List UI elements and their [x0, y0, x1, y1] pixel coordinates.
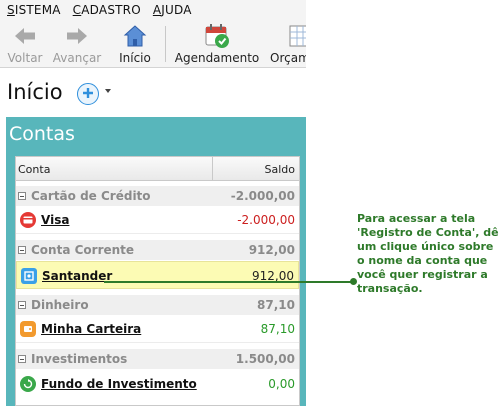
column-header-balance[interactable]: Saldo [265, 163, 296, 176]
group-row-credit-card[interactable]: Cartão de Crédito -2.000,00 [16, 186, 299, 206]
wallet-icon [20, 321, 36, 337]
group-row-checking[interactable]: Conta Corrente 912,00 [16, 240, 299, 260]
callout-dot [350, 278, 357, 285]
home-icon [122, 23, 148, 49]
group-total: 1.500,00 [235, 352, 295, 366]
account-row-investment-fund[interactable]: Fundo de Investimento 0,00 [16, 370, 299, 398]
schedule-label: Agendamento [174, 51, 260, 65]
menu-bar: SISTEMA CADASTRO AJUDA [0, 0, 306, 20]
credit-card-icon [20, 212, 36, 228]
toolbar: Voltar Avançar Início Agendamento Orçam [0, 20, 306, 68]
menu-cadastro[interactable]: CADASTRO [73, 3, 141, 17]
account-name-link[interactable]: Visa [41, 213, 69, 227]
table-header: Conta Saldo [16, 157, 299, 181]
menu-ajuda-accel: A [152, 3, 162, 17]
account-name-link[interactable]: Minha Carteira [41, 322, 141, 336]
menu-sistema-accel: S [7, 3, 15, 17]
back-label: Voltar [7, 51, 43, 65]
callout-text: Para acessar a tela 'Registro de Conta',… [357, 212, 499, 295]
forward-label: Avançar [52, 51, 102, 65]
collapse-icon[interactable] [18, 192, 26, 200]
toolbar-separator [165, 26, 166, 62]
menu-sistema-label: ISTEMA [14, 3, 61, 17]
group-total: 87,10 [257, 298, 295, 312]
home-button[interactable]: Início [117, 20, 153, 68]
budget-label: Orçam [270, 51, 306, 65]
collapse-icon[interactable] [18, 355, 26, 363]
page-title: Início [7, 80, 63, 104]
calendar-icon [204, 23, 230, 49]
account-row-wallet[interactable]: Minha Carteira 87,10 [16, 315, 299, 343]
accounts-panel: Contas Conta Saldo Cartão de Crédito -2.… [6, 117, 306, 406]
back-button[interactable]: Voltar [8, 20, 42, 68]
group-name: Dinheiro [31, 298, 89, 312]
group-total: 912,00 [248, 243, 295, 257]
group-name: Conta Corrente [31, 243, 135, 257]
plus-icon [82, 87, 94, 102]
collapse-icon[interactable] [18, 246, 26, 254]
add-button[interactable] [77, 83, 99, 105]
spreadsheet-icon [286, 23, 306, 49]
home-label: Início [119, 51, 151, 65]
account-balance: -2.000,00 [237, 213, 295, 227]
menu-cadastro-label: ADASTRO [81, 3, 141, 17]
collapse-icon[interactable] [18, 301, 26, 309]
account-row-santander[interactable]: Santander 912,00 [16, 261, 299, 289]
forward-button[interactable]: Avançar [52, 20, 102, 68]
column-header-account[interactable]: Conta [18, 163, 50, 176]
account-balance: 0,00 [268, 377, 295, 391]
menu-ajuda-label: JUDA [161, 3, 192, 17]
account-name-link[interactable]: Fundo de Investimento [41, 377, 197, 391]
chevron-down-icon[interactable] [105, 89, 111, 93]
column-divider [212, 157, 213, 181]
account-balance: 87,10 [260, 322, 295, 336]
menu-sistema[interactable]: SISTEMA [7, 3, 61, 17]
account-row-visa[interactable]: Visa -2.000,00 [16, 206, 299, 234]
arrow-right-icon [64, 23, 90, 49]
group-name: Cartão de Crédito [31, 189, 151, 203]
schedule-button[interactable]: Agendamento [174, 20, 260, 68]
menu-ajuda[interactable]: AJUDA [153, 3, 192, 17]
account-name-link[interactable]: Santander [42, 269, 112, 283]
group-total: -2.000,00 [230, 189, 295, 203]
callout-line [104, 281, 354, 283]
budget-button[interactable]: Orçam [270, 20, 306, 68]
group-name: Investimentos [31, 352, 128, 366]
group-row-investments[interactable]: Investimentos 1.500,00 [16, 349, 299, 369]
investment-icon [20, 376, 36, 392]
arrow-left-icon [12, 23, 38, 49]
group-row-cash[interactable]: Dinheiro 87,10 [16, 295, 299, 315]
bank-icon [21, 268, 37, 284]
panel-title: Contas [9, 123, 75, 145]
menu-cadastro-accel: C [72, 3, 82, 17]
